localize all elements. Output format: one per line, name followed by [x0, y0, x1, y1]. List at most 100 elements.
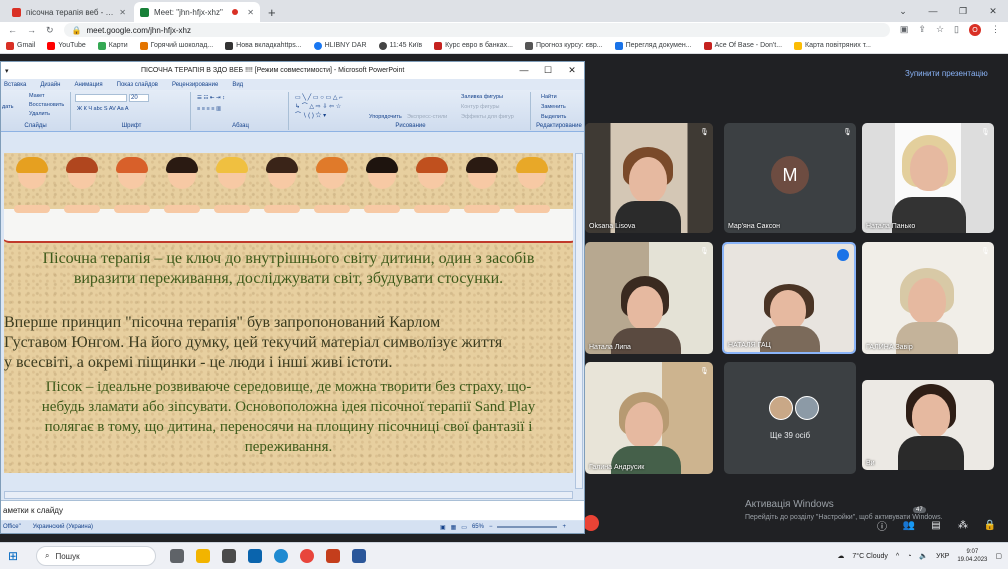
tray-chevron-icon[interactable]: ^	[896, 553, 899, 560]
close-icon[interactable]: ✕	[119, 8, 126, 17]
bookmark-newtab[interactable]: Нова вкладкаhttps...	[225, 41, 302, 50]
zoom-slider[interactable]	[497, 526, 558, 528]
bookmark-docs[interactable]: Перегляд докумен...	[614, 41, 692, 50]
participant-tile[interactable]: 🎙 Натала Панько	[862, 123, 994, 233]
bookmark-hlibny-dar[interactable]: HLIBNY DAR	[313, 41, 367, 50]
vertical-scrollbar[interactable]	[575, 153, 583, 489]
file-explorer-icon[interactable]	[196, 549, 210, 563]
bookmark-youtube[interactable]: YouTube	[47, 41, 86, 50]
slideshow-view-icon[interactable]: ▭	[461, 524, 467, 531]
mail-icon[interactable]	[248, 549, 262, 563]
close-window-icon[interactable]: ✕	[978, 6, 1008, 17]
participant-tile[interactable]: 🎙 Галина Андрусик	[585, 362, 713, 474]
chrome-icon[interactable]	[300, 549, 314, 563]
create-slide-button[interactable]: дать	[2, 104, 14, 110]
address-bar[interactable]: 🔒 meet.google.com/jhn-hfjx-xhz	[63, 23, 890, 37]
close-icon[interactable]: ✕	[247, 8, 254, 17]
edge-icon[interactable]	[274, 549, 288, 563]
font-format-buttons[interactable]: Ж К Ч abc S AV Aa A	[77, 106, 129, 112]
volume-icon[interactable]: 🔈	[919, 552, 928, 560]
tab-design[interactable]: Дизайн	[40, 82, 60, 88]
windows-start-icon[interactable]: ⊞	[8, 549, 30, 563]
bookmark-gmail[interactable]: Gmail	[6, 41, 35, 50]
participant-tile[interactable]: 🎙 ГАЛИНА Завір	[862, 242, 994, 354]
font-name-select[interactable]	[75, 94, 127, 102]
zoom-level[interactable]: 65%	[472, 524, 484, 530]
browser-tab-meet[interactable]: Meet: "jhn-hfjx-xhz" ✕	[134, 2, 260, 22]
quick-styles-button[interactable]: Экспресс-стили	[407, 114, 447, 120]
zoom-in-icon[interactable]: +	[562, 524, 566, 530]
store-icon[interactable]	[222, 549, 236, 563]
taskbar-search[interactable]: ⌕ Пошук	[36, 546, 156, 566]
end-call-button[interactable]	[583, 515, 599, 531]
menu-icon[interactable]: ⋮	[991, 24, 1000, 36]
others-tile[interactable]: Ще 39 осіб	[724, 362, 856, 474]
align-buttons[interactable]: ≡ ≡ ≡ ≡ ▥	[197, 106, 221, 112]
minimize-icon[interactable]: —	[512, 65, 536, 76]
participant-tile[interactable]: M 🎙 Мар'яна Саксон	[724, 123, 856, 233]
bookmark-chocolate[interactable]: Горячий шоколад...	[139, 41, 213, 50]
browser-tab-presentation[interactable]: пісочна терапія веб - pogorelk ✕	[6, 2, 132, 22]
activities-icon[interactable]: ⁂	[957, 519, 969, 531]
participant-tile-active-speaker[interactable]: НАТАЛЯ ГАЦ	[722, 242, 856, 354]
tab-view[interactable]: Вид	[232, 82, 243, 88]
participant-tile[interactable]: 🎙 Oksana Lisova	[585, 123, 713, 233]
info-icon[interactable]: ⓘ	[876, 519, 888, 533]
profile-avatar[interactable]: O	[969, 24, 981, 36]
reload-icon[interactable]: ↻	[46, 25, 54, 36]
chat-icon[interactable]: ▤	[930, 519, 942, 531]
slide-canvas[interactable]: Пісочна терапія – це ключ до внутрішньог…	[4, 153, 573, 473]
select-button[interactable]: Выделить	[541, 114, 566, 120]
bookmark-clock[interactable]: 11:45 Київ	[378, 41, 422, 50]
clock[interactable]: 9:07 19.04.2023	[957, 548, 987, 564]
network-icon[interactable]: ◔	[907, 553, 911, 560]
tab-slideshow[interactable]: Показ слайдов	[117, 82, 158, 88]
arrange-button[interactable]: Упорядочить	[369, 114, 402, 120]
back-icon[interactable]: ←	[8, 25, 17, 35]
share-icon[interactable]: ⇪	[918, 24, 926, 36]
minimize-icon[interactable]: —	[918, 6, 948, 16]
bookmark-maps[interactable]: Карти	[97, 41, 128, 50]
stop-presenting-button[interactable]: Зупинити презентацію	[905, 69, 988, 78]
shapes-gallery[interactable]: ▭ ╲ ╱ ▭ ○ ▭ △ ⌐ ↳ ⌒ △ ⇨ ⇩ ⇦ ☆ ⌒ ∖ ( ) ☆ ▾	[295, 94, 343, 119]
participant-tile[interactable]: 🎙 Натала Липа	[585, 242, 713, 354]
bookmark-euro[interactable]: Курс евро в банках...	[434, 41, 513, 50]
camera-icon[interactable]: ▣	[900, 24, 909, 36]
tab-review[interactable]: Рецензирование	[172, 82, 218, 88]
tab-animation[interactable]: Анимация	[74, 82, 102, 88]
bookmark-airmap[interactable]: Карта повітряних т...	[794, 41, 871, 50]
notifications-icon[interactable]: ▢	[995, 552, 1002, 560]
powerpoint-icon[interactable]	[326, 549, 340, 563]
people-icon[interactable]: 👥	[903, 519, 915, 531]
bookmark-aceofbase[interactable]: Ace Of Base - Don't...	[703, 41, 782, 50]
tab-insert[interactable]: Вставка	[4, 82, 26, 88]
star-icon[interactable]: ☆	[936, 24, 944, 36]
task-view-icon[interactable]	[170, 549, 184, 563]
close-icon[interactable]: ✕	[560, 65, 584, 76]
horizontal-scrollbar[interactable]	[4, 491, 573, 499]
list-buttons[interactable]: ☰ ☷ ⇤ ⇥ ↕	[197, 95, 225, 101]
zoom-out-icon[interactable]: −	[489, 524, 493, 530]
shape-outline-button[interactable]: Контур фигуры	[461, 104, 499, 110]
delete-slide-button[interactable]: Удалить	[29, 111, 50, 117]
sidebar-icon[interactable]: ▯	[954, 24, 959, 36]
normal-view-icon[interactable]: ▣	[440, 524, 446, 531]
weather-icon[interactable]: ☁	[837, 552, 844, 560]
new-tab-button[interactable]: +	[268, 5, 276, 22]
shape-effects-button[interactable]: Эффекты для фигур	[461, 114, 514, 120]
quick-access-icon[interactable]: ▾	[5, 67, 9, 75]
maximize-icon[interactable]: ❐	[948, 6, 978, 17]
font-size-select[interactable]: 20	[129, 94, 149, 102]
participant-tile-self[interactable]: Ви	[862, 380, 994, 470]
weather-text[interactable]: 7°C Cloudy	[852, 553, 887, 560]
shape-fill-button[interactable]: Заливка фигуры	[461, 94, 503, 100]
sorter-view-icon[interactable]: ▦	[451, 524, 457, 531]
find-button[interactable]: Найти	[541, 94, 557, 100]
forward-icon[interactable]: →	[27, 25, 36, 35]
layout-button[interactable]: Макет	[29, 93, 45, 99]
maximize-icon[interactable]: ☐	[536, 65, 560, 76]
language-indicator[interactable]: УКР	[936, 553, 949, 560]
replace-button[interactable]: Заменить	[541, 104, 566, 110]
word-icon[interactable]	[352, 549, 366, 563]
restore-button[interactable]: Восстановить	[29, 102, 64, 108]
